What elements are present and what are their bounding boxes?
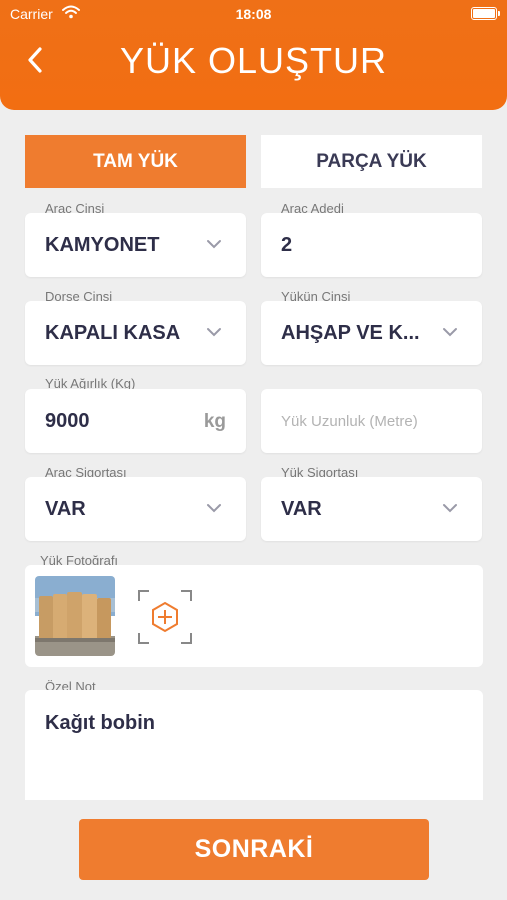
cargo-photo-thumbnail[interactable]: [35, 576, 115, 656]
chevron-down-icon: [207, 240, 221, 249]
cargo-type-select[interactable]: AHŞAP VE K...: [261, 301, 482, 365]
vehicle-type-value: KAMYONET: [45, 234, 160, 256]
status-bar: Carrier 18:08: [0, 0, 507, 28]
cargo-length-input[interactable]: Yük Uzunluk (Metre): [261, 389, 482, 453]
chevron-down-icon: [207, 504, 221, 513]
vehicle-count-input[interactable]: 2: [261, 213, 482, 277]
vehicle-insurance-value: VAR: [45, 498, 86, 520]
note-value: Kağıt bobin: [45, 712, 155, 734]
cargo-type-value: AHŞAP VE K...: [281, 322, 420, 344]
trailer-type-value: KAPALI KASA: [45, 322, 181, 344]
vehicle-insurance-select[interactable]: VAR: [25, 477, 246, 541]
chevron-down-icon: [443, 504, 457, 513]
note-textarea[interactable]: Kağıt bobin: [25, 690, 483, 800]
next-button[interactable]: SONRAKİ: [79, 819, 429, 880]
vehicle-count-value: 2: [281, 234, 293, 256]
header-bar: Carrier 18:08 YÜK OLUŞTUR: [0, 0, 507, 110]
page-title: YÜK OLUŞTUR: [119, 40, 388, 81]
tab-full-load[interactable]: TAM YÜK: [25, 135, 246, 188]
chevron-down-icon: [207, 328, 221, 337]
cargo-insurance-value: VAR: [281, 498, 322, 520]
trailer-type-select[interactable]: KAPALI KASA: [25, 301, 246, 365]
chevron-down-icon: [443, 328, 457, 337]
battery-icon: [471, 7, 500, 20]
cargo-insurance-select[interactable]: VAR: [261, 477, 482, 541]
cargo-weight-input[interactable]: 9000 kg: [25, 389, 246, 453]
cargo-photo-area: [25, 565, 483, 667]
vehicle-type-select[interactable]: KAMYONET: [25, 213, 246, 277]
status-time: 18:08: [235, 6, 272, 22]
tab-partial-load[interactable]: PARÇA YÜK: [261, 135, 482, 188]
cargo-length-placeholder: Yük Uzunluk (Metre): [281, 413, 418, 430]
add-photo-icon[interactable]: [137, 589, 193, 645]
weight-unit: kg: [203, 411, 226, 432]
cargo-weight-value: 9000: [45, 410, 90, 432]
